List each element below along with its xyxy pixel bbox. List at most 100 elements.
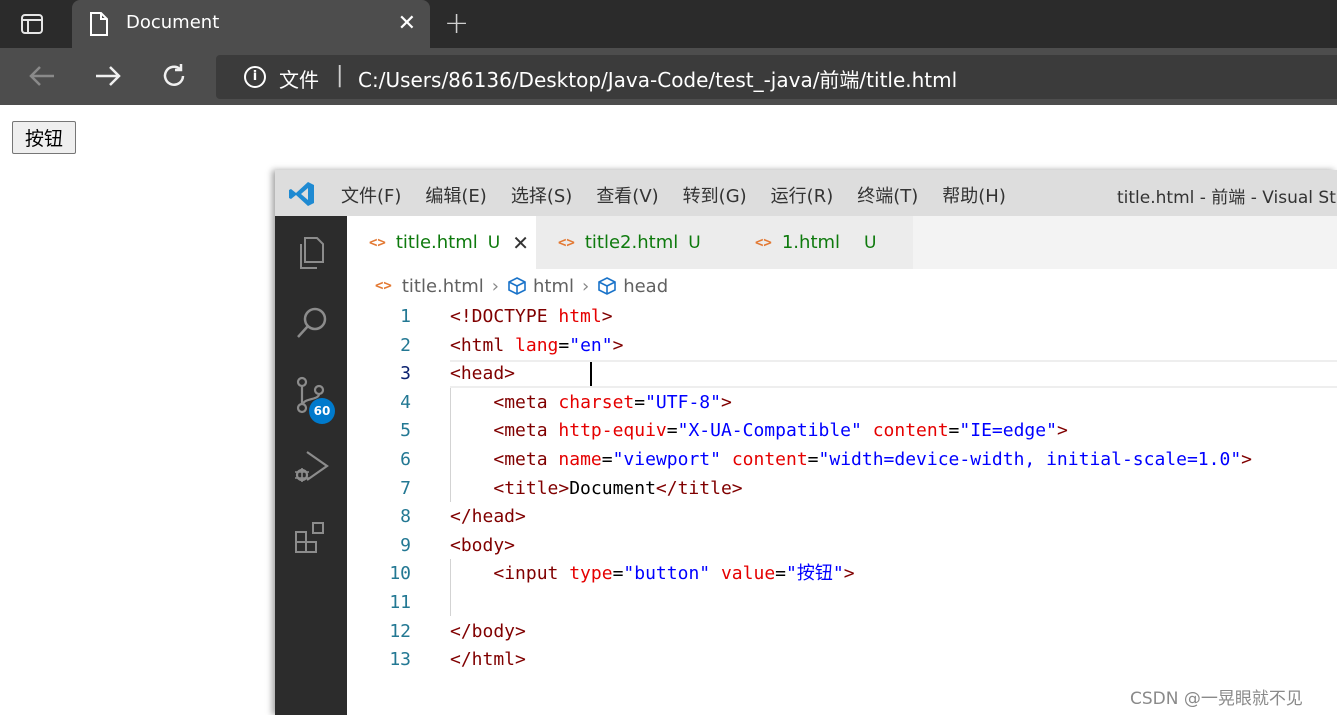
code-token: > — [612, 334, 624, 356]
untracked-status: U — [688, 232, 701, 253]
code-text: <head> — [450, 360, 515, 388]
close-icon[interactable]: ✕ — [512, 231, 529, 255]
code-token: "按钮" — [786, 563, 844, 585]
line-number: 13 — [389, 649, 411, 671]
line-number: 3 — [400, 363, 411, 385]
url-text[interactable]: C:/Users/86136/Desktop/Java-Code/test_-j… — [358, 64, 957, 93]
forward-icon[interactable] — [92, 60, 124, 92]
breadcrumb-html[interactable]: html — [533, 276, 574, 297]
editor-tab-1-html[interactable]: <> 1.html U — [733, 216, 913, 269]
breadcrumb-file[interactable]: title.html — [402, 276, 484, 297]
code-line[interactable]: 7 <title>Document</title> — [347, 475, 1337, 504]
menu-go[interactable]: 转到(G) — [683, 182, 747, 208]
code-token: <title> — [493, 477, 570, 499]
code-line[interactable]: 13 </html> — [347, 646, 1337, 675]
menu-help[interactable]: 帮助(H) — [942, 182, 1006, 208]
code-text: <body> — [450, 532, 515, 560]
code-text: <html lang="en"> — [450, 332, 623, 360]
document-icon — [89, 12, 109, 36]
menu-terminal[interactable]: 终端(T) — [857, 182, 918, 208]
line-number: 2 — [400, 334, 411, 356]
code-token: <html — [450, 334, 516, 356]
window-title: title.html - 前端 - Visual Stud — [1117, 188, 1337, 208]
vscode-logo-icon — [289, 181, 315, 207]
editor-tab-title2-html[interactable]: <> title2.html U — [536, 216, 733, 269]
line-number: 6 — [400, 449, 411, 470]
code-line[interactable]: 1 <!DOCTYPE html> — [347, 303, 1337, 332]
untracked-status: U — [864, 232, 877, 253]
code-token: <head> — [450, 363, 516, 385]
tab-actions-icon[interactable] — [20, 12, 44, 36]
line-number: 7 — [400, 477, 411, 499]
search-icon[interactable] — [293, 304, 331, 342]
code-token: "viewport" — [612, 449, 721, 470]
vscode-menubar: 文件(F) 编辑(E) 选择(S) 查看(V) 转到(G) 运行(R) 终端(T… — [341, 182, 1030, 208]
code-token: name — [558, 449, 602, 470]
html-file-icon: <> — [369, 234, 386, 251]
code-line[interactable]: 10 <input type="button" value="按钮"> — [347, 560, 1337, 589]
editor-tab-label: title2.html — [584, 232, 679, 253]
breadcrumb-head[interactable]: head — [623, 276, 668, 297]
editor-tab-title-html[interactable]: <> title.html U ✕ — [347, 216, 536, 269]
code-token: = — [948, 420, 960, 442]
code-line[interactable]: 9 <body> — [347, 532, 1337, 561]
browser-tab-title: Document — [126, 12, 220, 33]
code-token: <meta — [493, 420, 559, 442]
new-tab-icon[interactable]: + — [444, 9, 469, 39]
refresh-icon[interactable] — [158, 60, 190, 92]
line-number: 9 — [400, 534, 411, 556]
code-token: html — [558, 306, 602, 327]
line-number: 10 — [389, 563, 411, 585]
browser-toolbar: i 文件 | C:/Users/86136/Desktop/Java-Code/… — [0, 48, 1337, 105]
code-token: = — [666, 420, 678, 442]
address-bar[interactable]: i 文件 | C:/Users/86136/Desktop/Java-Code/… — [216, 55, 1337, 99]
code-token: <meta — [493, 449, 559, 470]
menu-file[interactable]: 文件(F) — [341, 182, 401, 208]
code-token: </title> — [655, 477, 743, 499]
code-text: <meta charset="UTF-8"> — [450, 389, 731, 417]
code-line[interactable]: 11 — [347, 589, 1337, 618]
code-token: "en" — [569, 334, 613, 356]
code-text: <input type="button" value="按钮"> — [450, 560, 854, 588]
code-line[interactable]: 8 </head> — [347, 503, 1337, 532]
code-line[interactable]: 12 </body> — [347, 618, 1337, 647]
code-token: content — [731, 449, 808, 470]
cube-icon — [598, 277, 617, 295]
explorer-icon[interactable] — [293, 234, 331, 272]
code-token: = — [558, 334, 570, 356]
menu-selection[interactable]: 选择(S) — [511, 182, 572, 208]
menu-edit[interactable]: 编辑(E) — [425, 182, 486, 208]
tab-close-icon[interactable]: ✕ — [398, 12, 416, 36]
editor-tabs: <> title.html U ✕ <> title2.html U <> 1.… — [347, 216, 1337, 269]
code-token: http-equiv — [558, 420, 667, 442]
html-file-icon: <> — [558, 234, 575, 251]
code-editor[interactable]: 1 <!DOCTYPE html> 2 <html lang="en"> 3 <head>… — [347, 301, 1337, 715]
code-token: <body> — [450, 534, 516, 556]
code-token: type — [569, 563, 613, 585]
info-icon[interactable]: i — [244, 66, 266, 88]
line-number: 4 — [400, 391, 411, 413]
line-number: 12 — [389, 620, 411, 642]
line-number: 1 — [400, 306, 411, 327]
code-token: content — [872, 420, 949, 442]
code-line[interactable]: 4 <meta charset="UTF-8"> — [347, 389, 1337, 418]
back-icon[interactable] — [26, 60, 58, 92]
code-text: </html> — [450, 646, 526, 674]
code-line[interactable]: 5 <meta http-equiv="X-UA-Compatible" con… — [347, 417, 1337, 446]
menu-view[interactable]: 查看(V) — [596, 182, 658, 208]
code-line[interactable]: 6 <meta name="viewport" content="width=d… — [347, 446, 1337, 475]
breadcrumb: <> title.html › html › head — [375, 274, 668, 298]
run-debug-icon[interactable] — [293, 448, 331, 486]
extensions-icon[interactable] — [293, 520, 331, 558]
code-line[interactable]: 2 <html lang="en"> — [347, 332, 1337, 361]
menu-run[interactable]: 运行(R) — [771, 182, 834, 208]
code-token: "X-UA-Compatible" — [677, 420, 862, 442]
page-button[interactable]: 按钮 — [12, 121, 76, 154]
browser-tab[interactable]: Document ✕ — [72, 0, 430, 48]
code-token: "IE=edge" — [959, 420, 1057, 442]
code-line[interactable]: 3 <head> — [347, 360, 1337, 389]
